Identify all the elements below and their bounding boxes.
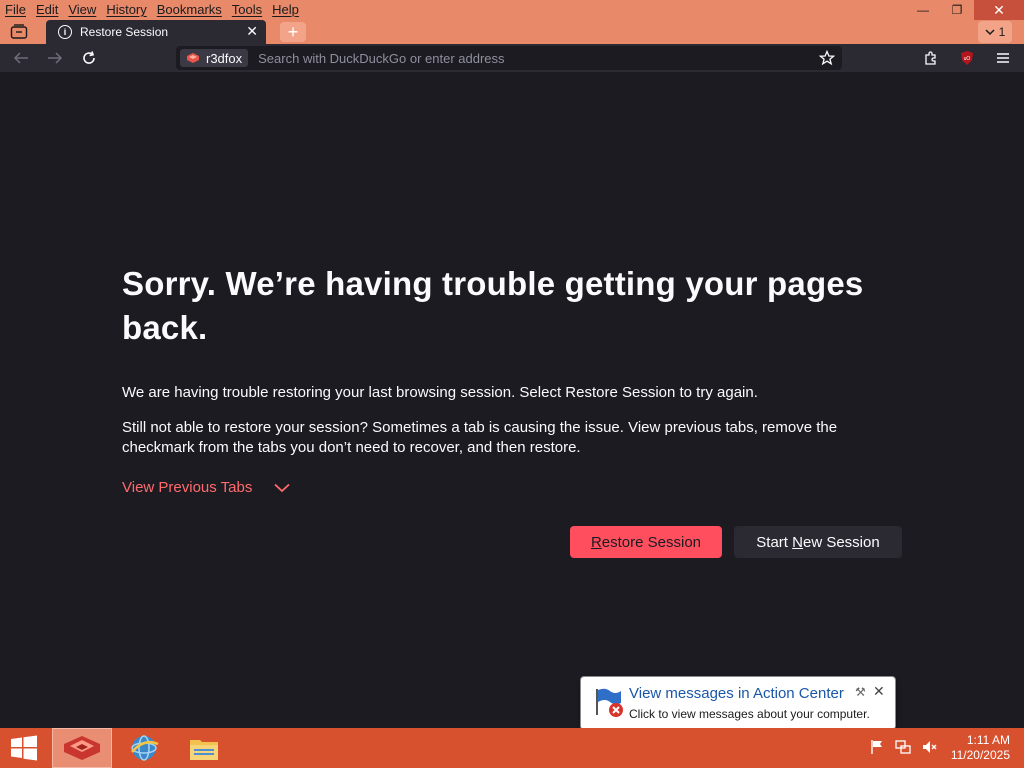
toolbar-right: uO — [918, 47, 1016, 69]
address-input[interactable] — [258, 50, 842, 66]
forward-arrow-icon — [48, 52, 63, 64]
extensions-button[interactable] — [918, 47, 944, 69]
view-previous-tabs-label: View Previous Tabs — [122, 479, 253, 496]
action-center-tray-icon[interactable] — [868, 738, 886, 756]
tab-title: Restore Session — [80, 25, 169, 39]
restore-window-button[interactable]: ❐ — [940, 0, 974, 20]
folder-icon — [190, 740, 218, 760]
back-button[interactable] — [8, 47, 34, 69]
new-tab-button[interactable]: + — [280, 22, 306, 42]
notification-body: Click to view messages about your comput… — [629, 707, 870, 721]
r3dfox-logo-icon — [187, 53, 199, 63]
restore-label-rest: estore Session — [601, 533, 702, 551]
action-center-notification[interactable]: View messages in Action Center Click to … — [580, 676, 896, 730]
ublock-origin-icon: uO — [961, 51, 973, 65]
forward-button[interactable] — [42, 47, 68, 69]
close-window-button[interactable]: ✕ — [974, 0, 1024, 20]
clock-date: 11/20/2025 — [950, 748, 1010, 762]
identity-box[interactable]: r3dfox — [180, 49, 249, 67]
taskbar-file-explorer[interactable] — [174, 728, 234, 768]
start-button[interactable] — [0, 728, 48, 768]
error-description: We are having trouble restoring your las… — [122, 384, 758, 401]
menu-edit[interactable]: Edit — [36, 0, 58, 19]
taskbar: 1:11 AM 11/20/2025 — [0, 728, 1024, 768]
puzzle-icon — [925, 51, 936, 65]
chevron-down-icon — [985, 29, 995, 36]
new-session-label-rest: ew Session — [802, 533, 880, 551]
system-tray — [868, 738, 938, 756]
info-icon: i — [58, 25, 72, 39]
address-bar: r3dfox — [176, 46, 842, 70]
title-bar: File Edit View History Bookmarks Tools H… — [0, 0, 1024, 44]
view-previous-tabs-toggle[interactable]: View Previous Tabs — [122, 479, 290, 496]
flag-icon — [871, 740, 882, 754]
all-tabs-button[interactable]: 1 — [978, 21, 1012, 43]
menu-file[interactable]: File — [5, 0, 26, 19]
page-title: Sorry. We’re having trouble getting your… — [122, 265, 864, 346]
restore-accesskey: R — [590, 533, 602, 551]
menu-history[interactable]: History — [106, 0, 146, 19]
menu-bar: File Edit View History Bookmarks Tools H… — [0, 0, 303, 19]
taskbar-clock[interactable]: 1:11 AM 11/20/2025 — [951, 733, 1010, 763]
menu-tools[interactable]: Tools — [232, 0, 262, 19]
pin-icon[interactable]: ⚒ — [855, 685, 866, 699]
notification-title: View messages in Action Center — [629, 685, 844, 702]
tab-list-icon — [10, 24, 28, 39]
action-center-flag-icon — [596, 688, 623, 717]
all-tabs-count: 1 — [998, 25, 1006, 39]
new-session-accesskey: N — [792, 533, 803, 551]
hamburger-menu-icon — [997, 53, 1009, 63]
clock-time: 1:11 AM — [966, 733, 1010, 747]
speaker-muted-icon — [923, 741, 937, 753]
star-icon — [819, 50, 835, 66]
close-notification-icon[interactable]: ✕ — [873, 683, 885, 700]
reload-icon — [83, 51, 95, 64]
error-help-text: Still not able to restore your session? … — [122, 419, 838, 456]
windows-logo-icon — [11, 735, 37, 761]
restore-session-button[interactable]: Restore Session — [570, 526, 722, 558]
reload-button[interactable] — [76, 47, 102, 69]
r3dfox-logo-icon — [64, 736, 100, 760]
ublock-button[interactable]: uO — [954, 47, 980, 69]
tab-restore-session[interactable]: i Restore Session ✕ — [46, 20, 266, 44]
menu-bookmarks[interactable]: Bookmarks — [157, 0, 222, 19]
network-icon — [895, 740, 911, 754]
volume-tray-icon[interactable] — [920, 738, 938, 756]
taskbar-r3dfox[interactable] — [52, 728, 112, 768]
firefox-view-button[interactable] — [6, 22, 32, 42]
bookmark-star-button[interactable] — [818, 49, 836, 67]
menu-help[interactable]: Help — [272, 0, 299, 19]
new-session-label-pre: Start — [756, 533, 793, 551]
chevron-down-icon — [274, 483, 290, 492]
restore-session-page: Sorry. We’re having trouble getting your… — [0, 72, 1024, 728]
taskbar-internet-explorer[interactable] — [114, 728, 174, 768]
tab-strip: i Restore Session ✕ + 1 — [0, 20, 1024, 44]
svg-text:uO: uO — [964, 56, 971, 62]
globe-icon — [131, 735, 159, 761]
start-new-session-button[interactable]: Start New Session — [734, 526, 902, 558]
network-tray-icon[interactable] — [894, 738, 912, 756]
nav-toolbar: r3dfox uO — [0, 44, 1024, 72]
app-menu-button[interactable] — [990, 47, 1016, 69]
minimize-button[interactable]: — — [906, 0, 940, 20]
identity-label: r3dfox — [206, 50, 243, 66]
close-tab-icon[interactable]: ✕ — [246, 23, 258, 40]
menu-view[interactable]: View — [68, 0, 96, 19]
back-arrow-icon — [13, 52, 28, 64]
window-controls: — ❐ ✕ — [906, 0, 1024, 20]
